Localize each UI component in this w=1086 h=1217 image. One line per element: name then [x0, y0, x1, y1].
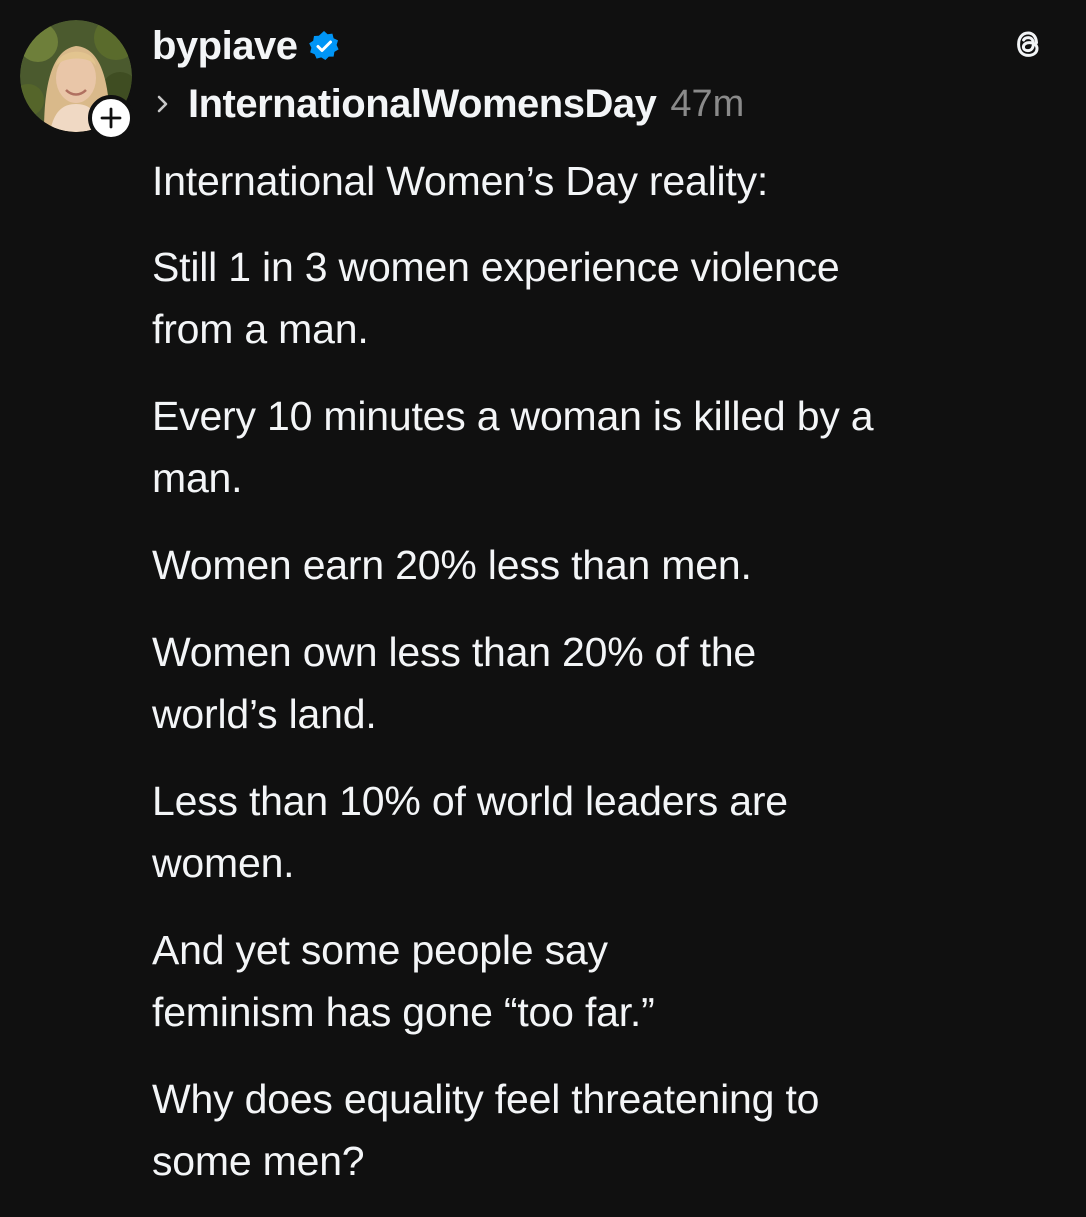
text-line: Why does equality feel threatening to — [152, 1076, 820, 1122]
post-paragraph: Every 10 minutes a woman is killed by a … — [152, 385, 1052, 509]
post-timestamp: 47m — [670, 82, 745, 125]
post-paragraph: Less than 10% of world leaders are women… — [152, 770, 1052, 894]
author-avatar[interactable] — [20, 20, 134, 141]
post-paragraph: Women own less than 20% of the world’s l… — [152, 621, 1052, 745]
text-line: Every 10 minutes a woman is killed by a — [152, 393, 874, 439]
post-paragraph: And yet some people say feminism has gon… — [152, 919, 1052, 1043]
text-line: And yet some people say — [152, 927, 608, 973]
text-line: some men? — [152, 1138, 365, 1184]
post-paragraph: Women earn 20% less than men. — [152, 534, 1052, 596]
text-line: Women earn 20% less than men. — [152, 542, 752, 588]
text-line: world’s land. — [152, 691, 377, 737]
topic-row: InternationalWomensDay 47m — [152, 80, 744, 128]
topic-tag-link[interactable]: InternationalWomensDay — [188, 82, 657, 127]
threads-logo-icon — [1017, 31, 1039, 57]
post-paragraph: Still 1 in 3 women experience violence f… — [152, 236, 1052, 360]
author-row: bypiave — [152, 22, 341, 70]
author-username[interactable]: bypiave — [152, 24, 298, 69]
post-paragraph: International Women’s Day reality: — [152, 150, 1052, 212]
text-line: women. — [152, 840, 295, 886]
follow-button[interactable] — [88, 95, 134, 141]
text-line: from a man. — [152, 306, 369, 352]
chevron-right-icon — [157, 95, 168, 113]
text-line: Still 1 in 3 women experience violence — [152, 244, 840, 290]
post-body: International Women’s Day reality: Still… — [152, 150, 1052, 1217]
plus-icon — [100, 107, 122, 129]
text-line: man. — [152, 455, 243, 501]
text-line: feminism has gone “too far.” — [152, 989, 655, 1035]
text-line: International Women’s Day reality: — [152, 158, 769, 204]
post-paragraph: Why does equality feel threatening to so… — [152, 1068, 1052, 1192]
threads-post: bypiave InternationalWomensDay 47m Inter… — [0, 0, 1086, 1200]
text-line: Less than 10% of world leaders are — [152, 778, 788, 824]
text-line: Women own less than 20% of the — [152, 629, 757, 675]
verified-badge-icon — [309, 31, 340, 60]
